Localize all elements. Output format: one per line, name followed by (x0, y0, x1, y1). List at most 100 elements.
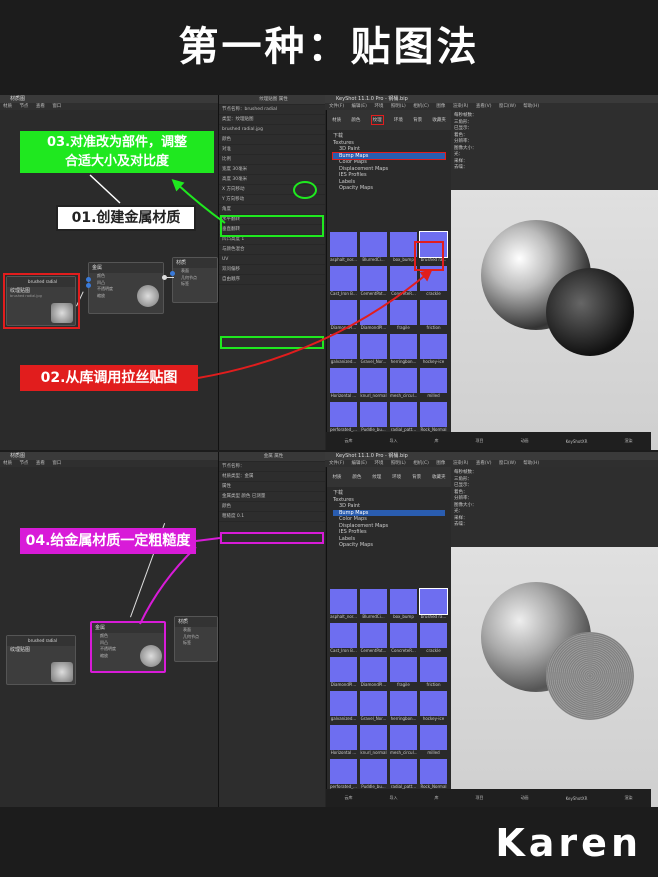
menu-item[interactable]: 文件(F) (329, 104, 344, 109)
menu-item[interactable]: 材质 (3, 104, 12, 109)
input-port[interactable] (86, 277, 91, 282)
prop-row[interactable]: 双问偏移 (219, 265, 325, 275)
prop-row[interactable]: 角度 (219, 205, 325, 215)
menu-item[interactable]: 图像 (436, 461, 445, 466)
menu-item[interactable]: 查看(V) (476, 104, 492, 109)
bottom-tab[interactable]: 云库 (345, 795, 353, 801)
texture-node[interactable]: brushed radial 纹理贴图 (6, 635, 76, 685)
texture-tile[interactable]: fragile (390, 300, 417, 331)
tab-materials[interactable]: 材质 (332, 474, 341, 480)
texture-tile[interactable]: Rock_Normal (420, 759, 447, 790)
bottom-tab[interactable]: KeyShotXR (566, 796, 588, 801)
texture-tile[interactable]: knurl_normal (360, 725, 387, 756)
texture-tile[interactable]: BlurredCi... (360, 589, 387, 620)
prop-row[interactable]: 对准 (219, 145, 325, 155)
bottom-tab[interactable]: 导入 (390, 795, 398, 801)
menu-item[interactable]: 环境 (374, 461, 383, 466)
menu-item[interactable]: 环境 (374, 104, 383, 109)
menu-item[interactable]: 节点 (19, 461, 28, 466)
menu-item[interactable]: 渲染(R) (453, 104, 469, 109)
bottom-tab[interactable]: 云库 (345, 438, 353, 444)
tab-environments[interactable]: 环境 (392, 474, 401, 480)
material-output-node[interactable]: 材质 表面 几何节点 标签 (170, 257, 218, 303)
texture-tile[interactable]: Puddle_bu... (360, 402, 387, 433)
prop-row[interactable]: 类型：纹理贴图 (219, 115, 325, 125)
material-graph-canvas[interactable]: brushed radial 纹理贴图 金属 颜色 凹凸 不透明度 缩放 材质 … (0, 467, 218, 807)
texture-tile[interactable]: hockey-ice (420, 334, 447, 365)
texture-tile[interactable]: galvanized... (330, 691, 357, 722)
texture-tile[interactable]: mesh_circul... (390, 368, 417, 399)
texture-tile[interactable]: knurl_normal (360, 368, 387, 399)
prop-row[interactable]: 自由顺序 (219, 275, 325, 285)
bottom-tab[interactable]: 项目 (476, 438, 484, 444)
texture-tile[interactable]: perforated_... (330, 402, 357, 433)
texture-tile[interactable]: radial_patt... (390, 759, 417, 790)
menu-item[interactable]: 照明(L) (391, 104, 406, 109)
texture-tile[interactable]: Horizontal ... (330, 725, 357, 756)
bottom-tab[interactable]: KeyShotXR (566, 439, 588, 444)
prop-row[interactable]: 金属类型 颜色 已测量 (219, 492, 325, 502)
tab-materials[interactable]: 材质 (332, 117, 341, 123)
menu-item[interactable]: 帮助(H) (523, 104, 539, 109)
menu-item[interactable]: 帮助(H) (523, 461, 539, 466)
texture-tile[interactable]: Puddle_bu... (360, 759, 387, 790)
texture-tile[interactable]: hockey-ice (420, 691, 447, 722)
prop-row[interactable]: 宽度 30毫米 (219, 165, 325, 175)
texture-tile[interactable]: DiamondPl... (360, 657, 387, 688)
bottom-tab[interactable]: 动画 (521, 438, 529, 444)
texture-tile[interactable]: herringbon... (390, 334, 417, 365)
prop-row[interactable]: 颜色 (219, 502, 325, 512)
tab-backplates[interactable]: 背景 (413, 117, 422, 123)
tab-colors[interactable]: 颜色 (351, 117, 360, 123)
prop-row[interactable]: 与颜色混合 (219, 245, 325, 255)
bottom-tab[interactable]: 项目 (476, 795, 484, 801)
prop-row[interactable]: 粗糙度 0.1 (219, 512, 325, 522)
prop-row[interactable]: UV (219, 255, 325, 265)
input-port[interactable] (170, 271, 175, 276)
texture-tile[interactable]: Cast_Iron B... (330, 623, 357, 654)
menu-item[interactable]: 查看 (36, 104, 45, 109)
texture-tile[interactable]: CementPat... (360, 266, 387, 297)
texture-tile[interactable]: DiamondPl... (330, 657, 357, 688)
texture-tile[interactable]: ConcreteR... (390, 623, 417, 654)
texture-tile[interactable]: herringbon... (390, 691, 417, 722)
texture-tile[interactable]: Cast_Iron B... (330, 266, 357, 297)
texture-tile[interactable]: box_bump (390, 232, 417, 263)
tab-environments[interactable]: 环境 (394, 117, 403, 123)
texture-tile[interactable]: DiamondPl... (360, 300, 387, 331)
input-port[interactable] (86, 283, 91, 288)
tab-favorites[interactable]: 收藏夹 (432, 474, 446, 480)
bottom-tab[interactable]: 导入 (390, 438, 398, 444)
render-viewport[interactable]: 每秒帧数： 三角形： 已显示： 着色： 分辨率： 图像大小： 光： 采样： 去噪… (451, 467, 658, 807)
metal-node[interactable]: 金属 颜色 凹凸 不透明度 缩放 (90, 621, 166, 673)
menu-item[interactable]: 照明(L) (391, 461, 406, 466)
texture-tile[interactable]: Rock_Normal (420, 402, 447, 433)
tab-colors[interactable]: 颜色 (352, 474, 361, 480)
texture-tile[interactable]: radial_patt... (390, 402, 417, 433)
menu-item[interactable]: 窗口(W) (499, 461, 516, 466)
tab-favorites[interactable]: 收藏夹 (432, 117, 446, 123)
texture-tile[interactable]: friction (420, 300, 447, 331)
texture-tile[interactable]: box_bump (390, 589, 417, 620)
tab-textures[interactable]: 纹理 (370, 115, 384, 125)
metal-node[interactable]: 金属 颜色 凹凸 不透明度 缩放 (86, 262, 167, 314)
menu-item[interactable]: 文件(F) (329, 461, 344, 466)
bottom-tab[interactable]: 渲染 (624, 438, 632, 444)
prop-row[interactable]: brushed radial.jpg (219, 125, 325, 135)
texture-tile[interactable]: asphalt_nor... (330, 232, 357, 263)
render-viewport[interactable]: 每秒帧数： 三角形： 已显示： 着色： 分辨率： 图像大小： 光： 采样： 去噪… (451, 110, 658, 450)
texture-tile[interactable]: asphalt_nor... (330, 589, 357, 620)
menu-item[interactable]: 查看(V) (476, 461, 492, 466)
menu-item[interactable]: 窗口 (52, 104, 61, 109)
menu-item[interactable]: 相机(C) (413, 461, 429, 466)
texture-tile[interactable]: Gravel_Nor... (360, 691, 387, 722)
menu-item[interactable]: 材质 (3, 461, 12, 466)
bottom-tab[interactable]: 库 (435, 795, 439, 801)
menu-item[interactable]: 图像 (436, 104, 445, 109)
texture-tile[interactable]: DiamondPl... (330, 300, 357, 331)
texture-tile[interactable]: milled (420, 725, 447, 756)
texture-tile[interactable]: mesh_circul... (390, 725, 417, 756)
texture-tile[interactable]: perforated_... (330, 759, 357, 790)
menu-item[interactable]: 节点 (19, 104, 28, 109)
texture-tile[interactable]: CementPat... (360, 623, 387, 654)
